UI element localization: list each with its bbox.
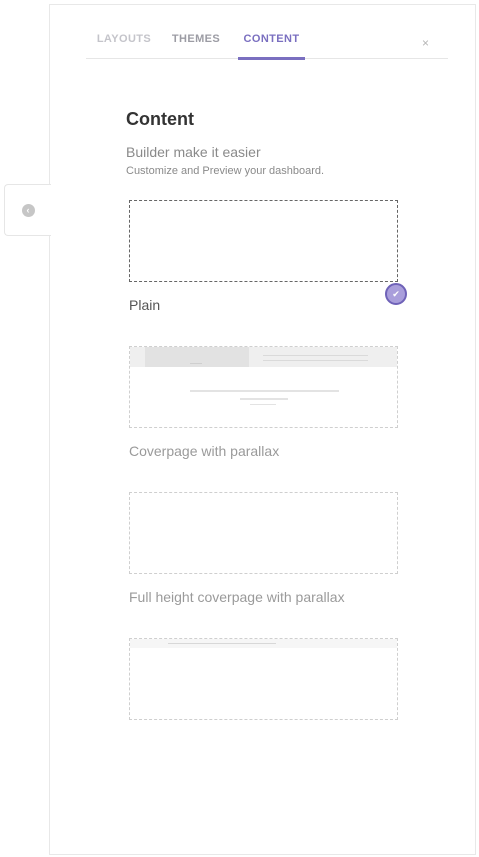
content-option-4[interactable] <box>129 638 399 720</box>
option-thumbnail[interactable] <box>129 346 398 428</box>
option-label: Full height coverpage with parallax <box>129 589 345 605</box>
option-thumbnail[interactable] <box>129 638 398 720</box>
content-option-plain[interactable]: ✔ Plain <box>129 200 407 313</box>
content-option-full-height-coverpage[interactable]: Full height coverpage with parallax <box>129 492 399 605</box>
thumb-header-block <box>145 347 249 367</box>
option-label: Coverpage with parallax <box>129 443 280 459</box>
thumb-heading-line <box>190 390 339 392</box>
thumb-nav-line <box>263 360 368 361</box>
option-thumbnail[interactable] <box>129 200 398 282</box>
option-thumbnail[interactable] <box>129 492 398 574</box>
content-option-coverpage-parallax[interactable]: Coverpage with parallax <box>129 346 399 459</box>
customizer-panel: LAYOUTS THEMES CONTENT × Content Builder… <box>49 4 476 855</box>
tab-content[interactable]: CONTENT <box>238 31 305 60</box>
collapse-arrow-icon[interactable]: ‹ <box>21 203 35 217</box>
thumb-text-line <box>250 404 276 405</box>
tab-themes[interactable]: THEMES <box>170 31 222 60</box>
page-description: Customize and Preview your dashboard. <box>126 165 325 177</box>
tab-layouts[interactable]: LAYOUTS <box>95 31 153 60</box>
tab-bar: LAYOUTS THEMES CONTENT <box>86 31 448 60</box>
option-label: Plain <box>129 297 161 313</box>
thumb-nav-line <box>263 355 368 356</box>
page-subtitle: Builder make it easier <box>126 144 261 160</box>
panel-toggle-handle[interactable]: ‹ <box>4 184 51 236</box>
thumb-text-line <box>240 398 288 400</box>
close-button[interactable]: × <box>422 37 429 49</box>
check-icon: ✔ <box>385 283 407 305</box>
thumb-tiny-line <box>190 363 202 364</box>
thumb-nav-line <box>168 643 276 644</box>
page-title: Content <box>126 109 194 129</box>
